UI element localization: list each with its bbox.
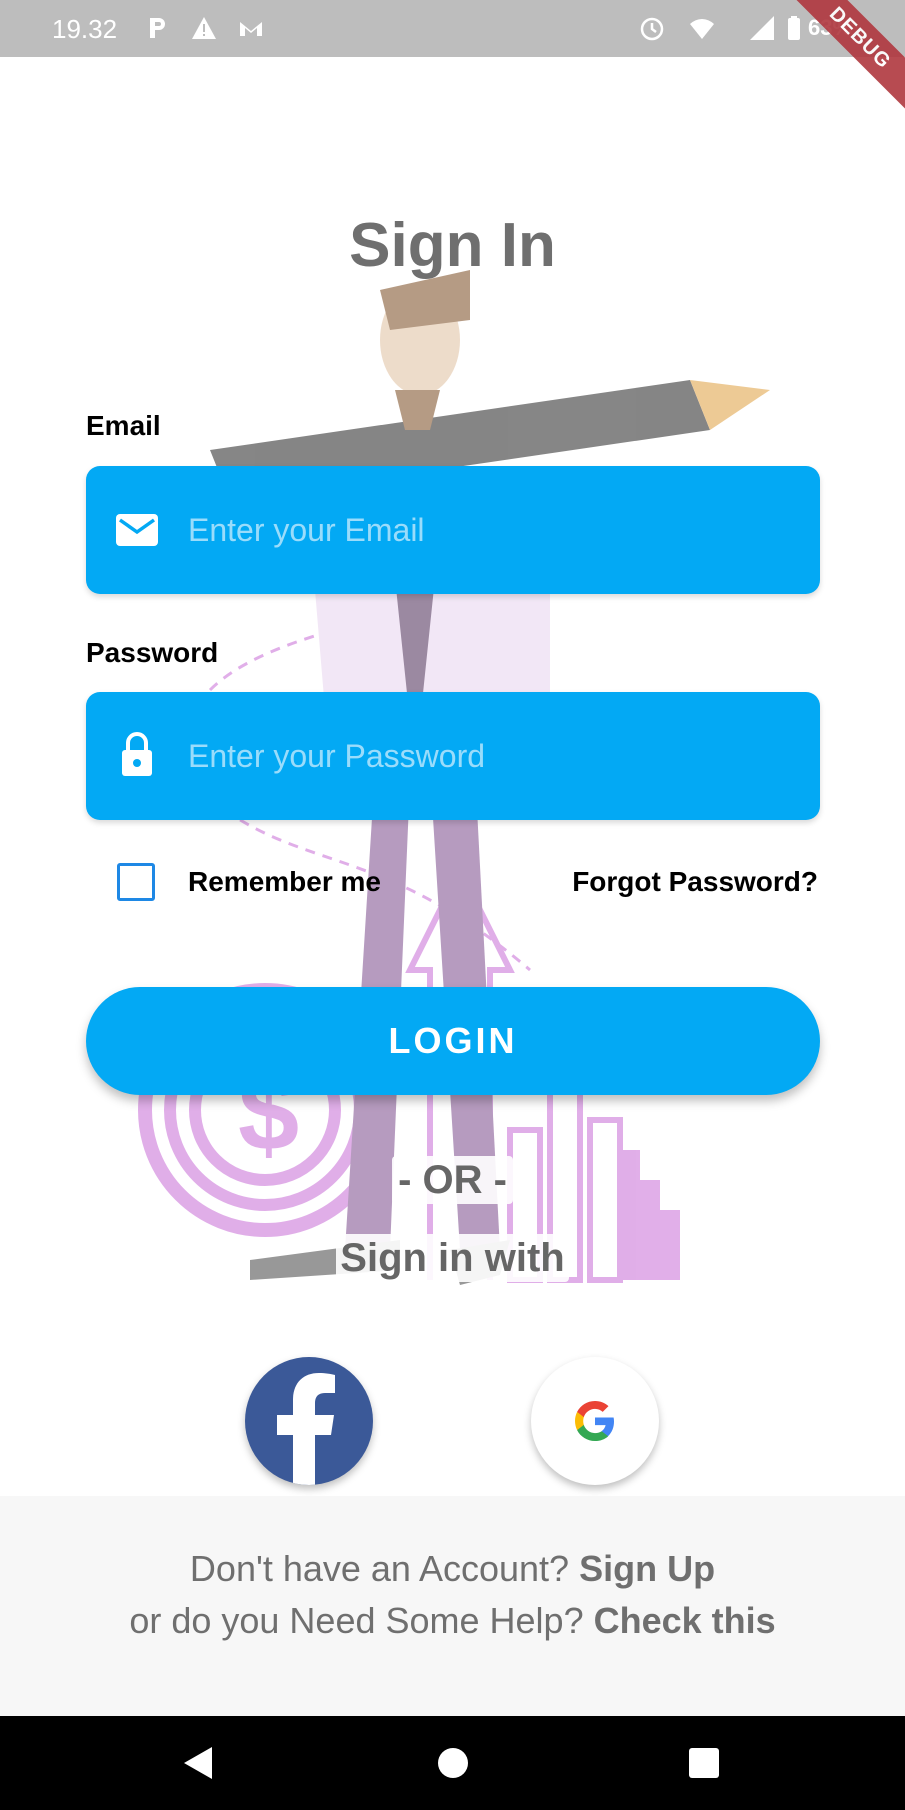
footer: Don't have an Account? Sign Up or do you… bbox=[0, 1496, 905, 1716]
email-label: Email bbox=[86, 410, 161, 441]
password-field[interactable] bbox=[188, 692, 788, 820]
signup-link[interactable]: Sign Up bbox=[579, 1548, 715, 1589]
lock-icon bbox=[122, 732, 152, 776]
password-input-container[interactable] bbox=[86, 692, 820, 820]
warning-icon bbox=[192, 17, 216, 39]
facebook-login-button[interactable] bbox=[245, 1357, 373, 1485]
or-divider: - OR - bbox=[0, 1156, 905, 1204]
recents-icon[interactable] bbox=[688, 1747, 720, 1779]
alarm-icon bbox=[640, 17, 664, 41]
signup-prompt: Don't have an Account? bbox=[189, 1548, 580, 1589]
check-this-link[interactable]: Check this bbox=[594, 1600, 776, 1641]
forgot-password-link[interactable]: Forgot Password? bbox=[572, 866, 818, 898]
page-title: Sign In bbox=[349, 211, 556, 280]
back-icon[interactable] bbox=[180, 1744, 216, 1782]
google-login-button[interactable] bbox=[531, 1357, 659, 1485]
navigation-bar bbox=[0, 1716, 905, 1810]
or-divider-text: - OR - bbox=[392, 1156, 513, 1204]
parking-icon bbox=[150, 18, 165, 38]
home-icon[interactable] bbox=[436, 1746, 470, 1780]
help-line: or do you Need Some Help? Check this bbox=[0, 1600, 905, 1642]
sign-in-with-text: Sign in with bbox=[336, 1234, 569, 1282]
signal-icon bbox=[750, 16, 774, 40]
email-field[interactable] bbox=[188, 466, 788, 594]
mail-icon bbox=[116, 514, 158, 546]
status-time: 19.32 bbox=[52, 14, 118, 44]
remember-me-label[interactable]: Remember me bbox=[188, 866, 381, 898]
facebook-icon bbox=[277, 1373, 335, 1485]
wifi-icon bbox=[690, 19, 714, 39]
signup-line: Don't have an Account? Sign Up bbox=[0, 1548, 905, 1590]
email-input-container[interactable] bbox=[86, 466, 820, 594]
google-icon bbox=[575, 1401, 614, 1441]
gmail-icon bbox=[240, 22, 262, 36]
battery-icon bbox=[788, 16, 800, 40]
sign-in-with-heading: Sign in with bbox=[0, 1234, 905, 1282]
help-prompt: or do you Need Some Help? bbox=[129, 1600, 594, 1641]
remember-me-checkbox[interactable] bbox=[117, 863, 155, 901]
password-label: Password bbox=[86, 637, 219, 668]
status-bar: 19.32 63% bbox=[0, 0, 905, 57]
login-button[interactable]: LOGIN bbox=[86, 987, 820, 1095]
